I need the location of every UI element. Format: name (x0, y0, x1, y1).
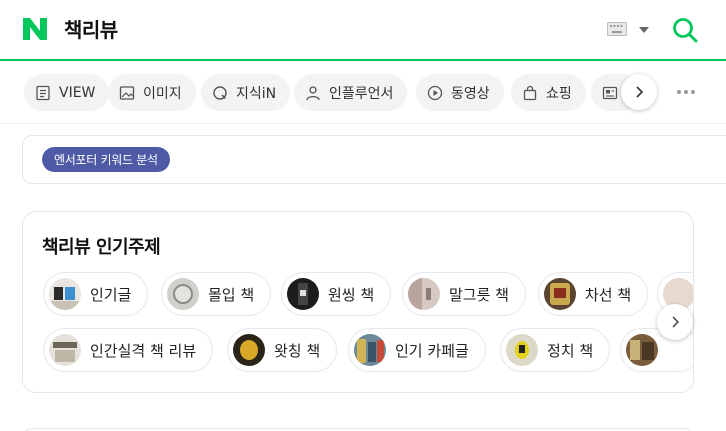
topic-label: 차선 책 (585, 285, 632, 304)
tab-kin[interactable]: 지식iN (201, 74, 291, 111)
tab-shopping[interactable]: 쇼핑 (511, 74, 586, 111)
keyword-analysis-button[interactable]: 엔서포터 키워드 분석 (42, 147, 170, 172)
tab-influencer[interactable]: 인플루언서 (294, 74, 408, 111)
document-icon (36, 85, 50, 100)
topic-thumbnail (626, 334, 658, 366)
topic-thumbnail (506, 334, 538, 366)
play-icon (427, 85, 443, 100)
topic-label: 인기글 (90, 285, 132, 304)
topics-next-button[interactable] (657, 304, 693, 340)
topic-label: 몰입 책 (208, 285, 255, 304)
topic-chip[interactable]: 왓칭 책 (227, 328, 338, 372)
naver-logo[interactable] (23, 18, 47, 40)
keyboard-icon[interactable] (607, 22, 627, 36)
topic-chip[interactable]: 말그릇 책 (402, 272, 526, 316)
topic-thumbnail (49, 278, 81, 310)
popular-topics-title: 책리뷰 인기주제 (42, 237, 161, 258)
topic-chip[interactable]: 차선 책 (538, 272, 649, 316)
tab-video[interactable]: 동영상 (416, 74, 504, 111)
tab-label: 쇼핑 (546, 85, 572, 102)
tab-image[interactable]: 이미지 (108, 74, 196, 111)
topic-label: 정치 책 (547, 341, 594, 360)
person-icon (306, 85, 320, 100)
topic-thumbnail (49, 334, 81, 366)
tab-view[interactable]: VIEW (24, 74, 110, 111)
popular-topics-card: 책리뷰 인기주제 인기글 몰입 책 원씽 책 말그릇 책 차선 책 인간실격 책… (22, 211, 694, 393)
search-icon[interactable] (672, 17, 698, 43)
tab-label: VIEW (59, 84, 96, 101)
topic-chip[interactable]: 인간실격 책 리뷰 (43, 328, 214, 372)
topic-thumbnail (544, 278, 576, 310)
topic-label: 인기 카페글 (395, 341, 469, 360)
topic-label: 인간실격 책 리뷰 (90, 341, 197, 360)
topic-thumbnail (287, 278, 319, 310)
tab-label: 지식iN (236, 85, 277, 102)
topic-thumbnail (233, 334, 265, 366)
topic-chip[interactable]: 몰입 책 (161, 272, 272, 316)
topic-chip[interactable]: 인기글 (43, 272, 149, 316)
news-icon (602, 86, 618, 99)
tab-label: 동영상 (451, 85, 490, 102)
more-icon[interactable] (677, 90, 695, 94)
keyword-tool-box: 엔서포터 키워드 분석 (22, 135, 726, 184)
search-header: 책리뷰 (0, 0, 726, 61)
bag-icon (523, 85, 537, 100)
chevron-right-icon (672, 316, 680, 328)
chevron-down-icon[interactable] (639, 27, 649, 33)
topic-thumbnail (408, 278, 440, 310)
topic-chip[interactable]: 인기 카페글 (348, 328, 486, 372)
chevron-right-icon (636, 86, 644, 98)
topic-thumbnail (354, 334, 386, 366)
search-query[interactable]: 책리뷰 (64, 14, 118, 43)
search-tabs: VIEW 이미지 지식iN 인플루언서 동영상 쇼핑 (0, 62, 726, 124)
image-icon (119, 85, 135, 100)
topic-chip[interactable]: 정치 책 (500, 328, 611, 372)
topic-chip[interactable]: 원씽 책 (281, 272, 392, 316)
tabs-next-button[interactable] (621, 74, 657, 110)
topic-label: 원씽 책 (328, 285, 375, 304)
tab-label: 이미지 (143, 85, 182, 102)
topic-thumbnail (167, 278, 199, 310)
tab-label: 인플루언서 (329, 85, 394, 102)
topic-label: 왓칭 책 (274, 341, 321, 360)
q-icon (213, 85, 227, 100)
topic-label: 말그릇 책 (449, 285, 509, 304)
